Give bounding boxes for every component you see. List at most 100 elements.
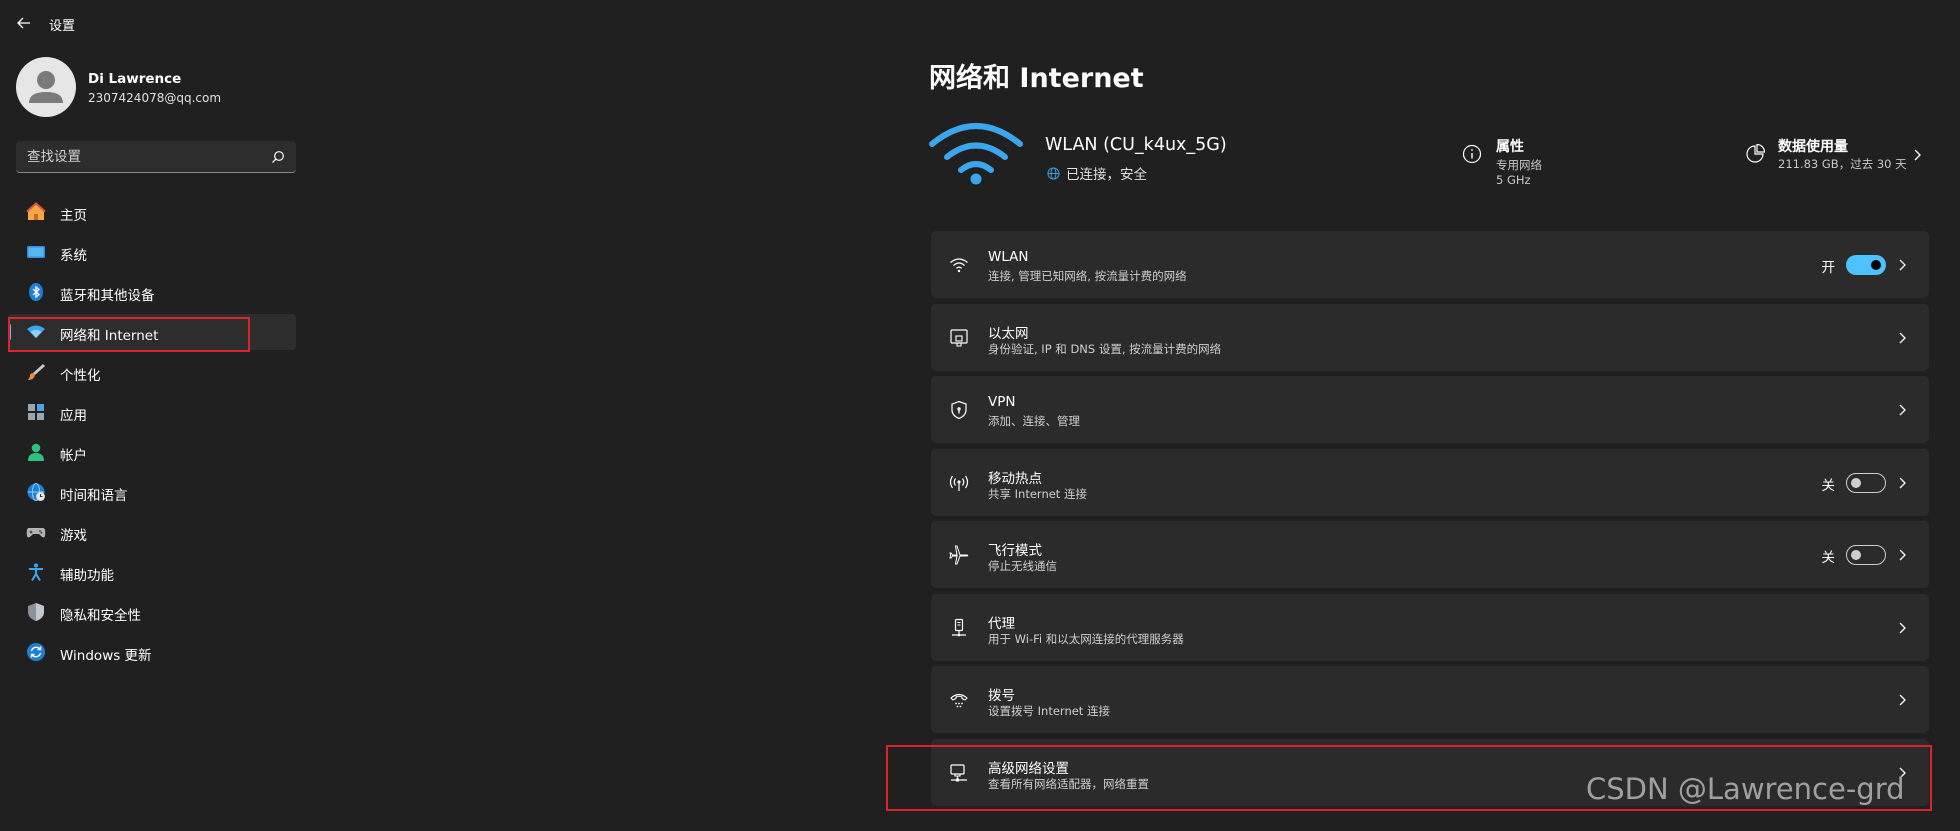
sidebar-nav: 主页 系统 蓝牙和其他设备 网络和 Internet 个性化 应用 帐户 时间和… [8,194,296,674]
sidebar-item-label: 蓝牙和其他设备 [60,288,155,304]
sidebar-item-home[interactable]: 主页 [8,194,296,230]
data-usage-icon [1746,144,1765,163]
card-ethernet[interactable]: 以太网 身份验证, IP 和 DNS 设置, 按流量计费的网络 [931,303,1929,371]
card-title: 拨号 [988,688,1015,704]
dialup-icon [950,693,968,708]
globe-icon [1047,166,1060,180]
proxy-icon [952,618,966,636]
card-subtitle: 添加、连接、管理 [988,414,1080,428]
sidebar-item-accessibility[interactable]: 辅助功能 [8,554,296,590]
info-icon [1462,144,1482,164]
card-title: 移动热点 [988,470,1042,487]
toggle-knob [1851,477,1861,488]
sidebar-item-label: 游戏 [60,528,87,544]
data-usage-value: 211.83 GB，过去 30 天 [1778,157,1907,171]
card-vpn[interactable]: VPN 添加、连接、管理 [931,376,1929,443]
sidebar-item-personalization[interactable]: 个性化 [8,354,296,390]
sidebar-item-label: 帐户 [60,448,87,464]
back-arrow-icon[interactable] [14,13,34,33]
sidebar-item-label: 时间和语言 [60,488,128,504]
toggle-state-label: 开 [1821,260,1836,276]
search-box[interactable] [16,141,296,173]
chevron-right-icon [1899,332,1906,343]
search-icon[interactable] [271,150,285,164]
title-bar: 设置 [0,0,400,46]
chevron-right-icon [1899,694,1906,706]
connection-name: WLAN (CU_k4ux_5G) [1045,135,1227,155]
settings-card-list: WLAN 连接, 管理已知网络, 按流量计费的网络 开 以太网 身份验证, IP… [931,231,1929,811]
chevron-right-icon [1914,149,1921,161]
wlan-toggle[interactable] [1846,255,1886,275]
sidebar-item-label: 应用 [60,408,87,424]
sidebar-item-apps[interactable]: 应用 [8,394,296,430]
properties-title: 属性 [1496,139,1524,155]
airplane-toggle[interactable] [1846,545,1886,565]
wifi-icon [950,258,968,273]
gamepad-icon [26,528,46,538]
sidebar-item-accounts[interactable]: 帐户 [8,434,296,470]
properties-band: 5 GHz [1496,173,1531,187]
card-title: 飞行模式 [988,543,1042,559]
ethernet-icon [950,328,968,347]
sidebar-item-label: Windows 更新 [60,648,152,664]
card-title: VPN [988,394,1016,410]
home-icon [26,202,46,220]
card-title: 代理 [988,615,1015,632]
properties-network-type: 专用网络 [1496,158,1542,172]
card-subtitle: 连接, 管理已知网络, 按流量计费的网络 [988,269,1187,283]
connection-status-text: 已连接，安全 [1066,167,1147,183]
card-subtitle: 停止无线通信 [988,559,1057,573]
accessibility-icon [29,563,43,582]
avatar[interactable] [16,57,76,117]
chevron-right-icon [1899,259,1906,271]
sidebar-item-gaming[interactable]: 游戏 [8,514,296,550]
hotspot-toggle[interactable] [1846,472,1886,493]
bluetooth-icon [29,283,43,301]
search-input[interactable] [16,141,296,172]
app-title: 设置 [49,19,76,34]
chevron-right-icon [1899,622,1906,633]
sidebar-item-time-language[interactable]: 时间和语言 [8,474,296,510]
data-usage-title: 数据使用量 [1778,139,1848,155]
data-usage-link[interactable]: 数据使用量 211.83 GB，过去 30 天 [1745,136,1925,176]
chevron-right-icon [1899,549,1906,561]
card-subtitle: 用于 Wi-Fi 和以太网连接的代理服务器 [988,631,1184,646]
sidebar-item-windows-update[interactable]: Windows 更新 [8,634,296,670]
card-subtitle: 身份验证, IP 和 DNS 设置, 按流量计费的网络 [988,341,1222,356]
sidebar-item-label: 隐私和安全性 [60,608,141,624]
apps-icon [28,404,44,420]
user-email: 2307424078@qq.com [88,91,222,105]
chevron-right-icon [1899,477,1906,488]
hotspot-icon [949,475,969,491]
sidebar-item-label: 主页 [60,208,87,224]
card-wlan[interactable]: WLAN 连接, 管理已知网络, 按流量计费的网络 开 [931,231,1929,298]
sidebar-item-label: 个性化 [60,368,101,384]
card-mobile-hotspot[interactable]: 移动热点 共享 Internet 连接 关 [931,448,1929,516]
sidebar-item-label: 辅助功能 [60,568,114,584]
sidebar-item-label: 系统 [60,248,87,264]
sidebar-item-bluetooth[interactable]: 蓝牙和其他设备 [8,274,296,310]
card-title: WLAN [988,249,1029,265]
card-airplane-mode[interactable]: 飞行模式 停止无线通信 关 [931,521,1929,588]
card-proxy[interactable]: 代理 用于 Wi-Fi 和以太网连接的代理服务器 [931,593,1929,661]
page-title: 网络和 Internet [929,63,1144,94]
highlight-box-network [8,317,250,352]
chevron-right-icon [1899,404,1906,416]
card-dial-up[interactable]: 拨号 设置拨号 Internet 连接 [931,666,1929,733]
toggle-state-label: 关 [1821,550,1836,566]
card-subtitle: 设置拨号 Internet 连接 [988,704,1110,718]
update-icon [27,643,45,661]
toggle-knob [1871,260,1881,270]
airplane-icon [949,545,969,565]
sidebar-item-privacy[interactable]: 隐私和安全性 [8,594,296,630]
card-title: 以太网 [988,325,1029,342]
sidebar-item-system[interactable]: 系统 [8,234,296,270]
connection-status: 已连接，安全 [1047,163,1147,183]
brush-icon [28,364,45,380]
watermark: CSDN @Lawrence-grd [1586,772,1905,806]
shield-icon [28,603,44,621]
account-icon [28,443,44,461]
system-icon [27,246,45,258]
wifi-large-icon [929,123,1023,185]
user-avatar-icon [29,71,63,103]
